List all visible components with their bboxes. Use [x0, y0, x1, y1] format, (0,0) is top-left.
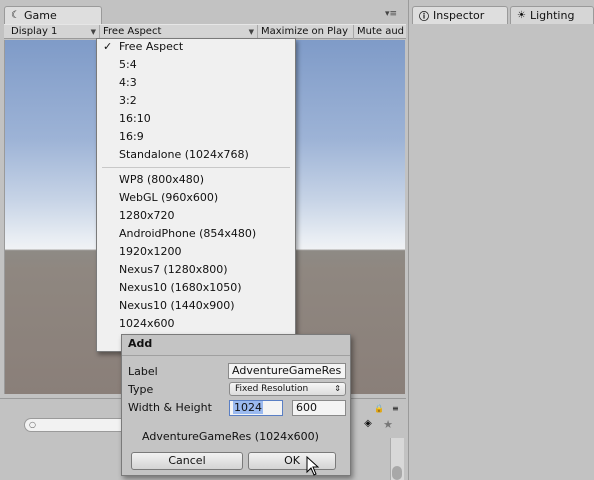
info-icon: ⓘ	[419, 12, 429, 23]
menu-item-label: 1920x1200	[119, 245, 182, 258]
scrollbar-thumb[interactable]	[392, 466, 402, 480]
menu-item-label: 16:9	[119, 130, 144, 143]
tag-icon[interactable]: ◈	[360, 418, 376, 432]
menu-item[interactable]: Nexus7 (1280x800)	[97, 261, 295, 279]
type-caption: Type	[128, 383, 154, 396]
panel-menu-icon[interactable]: ▾≡	[385, 9, 397, 19]
menu-divider	[102, 167, 290, 168]
chevron-down-icon: ▼	[248, 28, 254, 36]
tab-lighting[interactable]: ☀ Lighting	[510, 6, 594, 24]
width-height-caption: Width & Height	[128, 401, 212, 414]
menu-item-free-aspect[interactable]: ✓ Free Aspect	[97, 38, 295, 56]
menu-item-label: Free Aspect	[119, 40, 184, 53]
menu-item-label: Nexus10 (1680x1050)	[119, 281, 242, 294]
aspect-dropdown-button[interactable]: Free Aspect ▼	[100, 25, 258, 39]
menu-item-label: WP8 (800x480)	[119, 173, 205, 186]
tab-inspector[interactable]: ⓘ Inspector	[412, 6, 508, 24]
tab-game[interactable]: ☾ Game	[4, 6, 102, 24]
tab-inspector-label: Inspector	[433, 9, 485, 22]
checkmark-icon: ✓	[103, 40, 113, 53]
menu-item[interactable]: WP8 (800x480)	[97, 171, 295, 189]
menu-item[interactable]: Standalone (1024x768)	[97, 146, 295, 164]
width-input-value: 1024	[233, 401, 263, 414]
menu-item[interactable]: AndroidPhone (854x480)	[97, 225, 295, 243]
menu-item[interactable]: Nexus10 (1680x1050)	[97, 279, 295, 297]
display-dropdown[interactable]: Display 1 ▼	[8, 25, 100, 39]
mute-audio-label: Mute aud	[357, 26, 405, 37]
menu-item[interactable]: 16:10	[97, 110, 295, 128]
menu-item[interactable]: 1920x1200	[97, 243, 295, 261]
menu-item[interactable]: 5:4	[97, 56, 295, 74]
tab-game-label: Game	[23, 9, 57, 22]
menu-item-label: 5:4	[119, 58, 137, 71]
panel-menu-icon[interactable]: ≡	[392, 404, 399, 413]
menu-item-label: WebGL (960x600)	[119, 191, 219, 204]
menu-item[interactable]: 1280x720	[97, 207, 295, 225]
menu-item-label: 1024x600	[119, 317, 175, 330]
menu-item-label: Nexus10 (1440x900)	[119, 299, 235, 312]
select-arrows-icon: ⇕	[334, 384, 341, 393]
label-caption: Label	[128, 365, 158, 378]
menu-item-label: 3:2	[119, 94, 137, 107]
maximize-on-play-toggle[interactable]: Maximize on Play	[258, 25, 354, 39]
search-input[interactable]: ○	[24, 418, 134, 432]
cancel-button[interactable]: Cancel	[131, 452, 243, 470]
mute-audio-toggle[interactable]: Mute aud	[354, 25, 406, 39]
width-input[interactable]: 1024	[229, 400, 283, 416]
height-input[interactable]: 600	[292, 400, 346, 416]
menu-item-label: 16:10	[119, 112, 151, 125]
type-select-value: Fixed Resolution	[235, 384, 309, 394]
display-dropdown-label: Display 1	[11, 26, 58, 37]
label-input[interactable]: AdventureGameRes	[228, 363, 346, 379]
menu-item[interactable]: 3:2	[97, 92, 295, 110]
resolution-preview: AdventureGameRes (1024x600)	[142, 430, 319, 443]
mouse-cursor-icon	[306, 456, 320, 476]
menu-item[interactable]: WebGL (960x600)	[97, 189, 295, 207]
menu-item-label: AndroidPhone (854x480)	[119, 227, 257, 240]
menu-item[interactable]: Nexus10 (1440x900)	[97, 297, 295, 315]
search-icon: ○	[29, 420, 36, 429]
dialog-divider	[122, 355, 350, 356]
aspect-dropdown-label: Free Aspect	[103, 26, 162, 37]
menu-item-label: Nexus7 (1280x800)	[119, 263, 228, 276]
ok-button[interactable]: OK	[248, 452, 336, 470]
lock-icon[interactable]: 🔒	[374, 404, 384, 413]
dialog-title: Add	[128, 337, 153, 350]
type-select[interactable]: Fixed Resolution ⇕	[229, 382, 346, 396]
tab-lighting-label: Lighting	[529, 9, 575, 22]
maximize-on-play-label: Maximize on Play	[261, 26, 349, 37]
inspector-panel	[408, 0, 594, 480]
aspect-dropdown-menu: ✓ Free Aspect 5:4 4:3 3:2 16:10 16:9 Sta…	[96, 38, 296, 352]
menu-item[interactable]: 16:9	[97, 128, 295, 146]
star-icon[interactable]: ★	[380, 418, 396, 432]
menu-item-label: 1280x720	[119, 209, 175, 222]
lightbulb-icon: ☀	[517, 10, 526, 21]
menu-item[interactable]: 1024x600	[97, 315, 295, 333]
game-toolbar: Display 1 ▼ Free Aspect ▼ Maximize on Pl…	[4, 24, 406, 39]
game-controller-icon: ☾	[11, 10, 20, 21]
menu-item-label: Standalone (1024x768)	[119, 148, 249, 161]
chevron-down-icon: ▼	[90, 28, 96, 36]
menu-item-label: 4:3	[119, 76, 137, 89]
menu-item[interactable]: 4:3	[97, 74, 295, 92]
